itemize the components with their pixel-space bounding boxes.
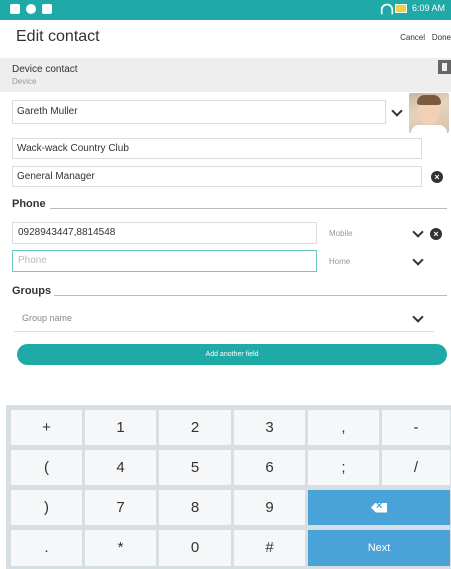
group-field-underline (14, 331, 434, 332)
account-type: Device (12, 77, 37, 86)
group-name-field[interactable]: Group name (22, 313, 72, 323)
phone-number-field[interactable]: 0928943447,8814548 (12, 222, 317, 244)
remove-phone-icon[interactable]: × (430, 228, 442, 240)
photo-shirt (411, 125, 447, 133)
key[interactable]: . (11, 530, 82, 566)
backspace-key[interactable] (308, 490, 450, 525)
key[interactable]: 5 (159, 450, 231, 485)
key[interactable]: + (11, 410, 82, 445)
key[interactable]: 0 (159, 530, 231, 566)
key[interactable]: / (382, 450, 450, 485)
phone-type-label[interactable]: Home (329, 257, 350, 266)
key[interactable]: ( (11, 450, 82, 485)
system-icons: 6:09 AM (380, 3, 445, 13)
key[interactable]: 8 (159, 490, 231, 525)
key[interactable]: - (382, 410, 450, 445)
backspace-icon (371, 502, 387, 513)
key[interactable]: ; (308, 450, 379, 485)
numeric-keyboard: + 1 2 3 , - ( 4 5 6 ; / ) 7 8 9 . * 0 # … (6, 405, 451, 569)
key[interactable]: 1 (85, 410, 156, 445)
phone-section-title: Phone (12, 198, 46, 210)
cancel-button[interactable]: Cancel (400, 33, 425, 42)
company-field[interactable]: Wack-wack Country Club (12, 138, 422, 159)
job-title-field[interactable]: General Manager (12, 166, 422, 187)
key[interactable]: 7 (85, 490, 156, 525)
notification-icon (10, 4, 20, 14)
cloud-icon (26, 4, 36, 14)
key[interactable]: 6 (234, 450, 305, 485)
app-bar: Edit contact Cancel Done (0, 20, 451, 58)
photo-hair (417, 95, 441, 105)
key[interactable]: 3 (234, 410, 305, 445)
clear-icon[interactable]: × (431, 171, 443, 183)
chevron-down-icon[interactable] (411, 257, 425, 267)
chevron-down-icon[interactable] (411, 229, 425, 239)
key[interactable]: * (85, 530, 156, 566)
name-field[interactable]: Gareth Muller (12, 100, 386, 124)
groups-section-title: Groups (12, 285, 52, 297)
notification-icons (10, 4, 52, 14)
next-key[interactable]: Next (308, 530, 450, 566)
chevron-down-icon[interactable] (390, 108, 404, 118)
section-divider (50, 208, 447, 209)
account-header: Device contact Device (0, 58, 451, 92)
key[interactable]: , (308, 410, 379, 445)
account-menu-icon[interactable] (438, 60, 451, 74)
phone-type-label[interactable]: Mobile (329, 229, 353, 238)
key[interactable]: # (234, 530, 305, 566)
contact-photo[interactable] (409, 93, 449, 133)
gallery-icon (42, 4, 52, 14)
add-another-field-button[interactable]: Add another field (17, 344, 447, 365)
account-name: Device contact (12, 64, 78, 75)
status-bar: 6:09 AM (0, 0, 451, 20)
phone-number-field-empty[interactable]: Phone (12, 250, 317, 272)
wifi-icon (380, 3, 390, 13)
page-title: Edit contact (16, 28, 100, 45)
key[interactable]: 2 (159, 410, 231, 445)
chevron-down-icon[interactable] (411, 314, 425, 324)
battery-icon (394, 3, 407, 13)
done-button[interactable]: Done (432, 33, 451, 42)
key[interactable]: 4 (85, 450, 156, 485)
section-divider (54, 295, 447, 296)
key[interactable]: ) (11, 490, 82, 525)
key[interactable]: 9 (234, 490, 305, 525)
clock: 6:09 AM (411, 3, 445, 13)
